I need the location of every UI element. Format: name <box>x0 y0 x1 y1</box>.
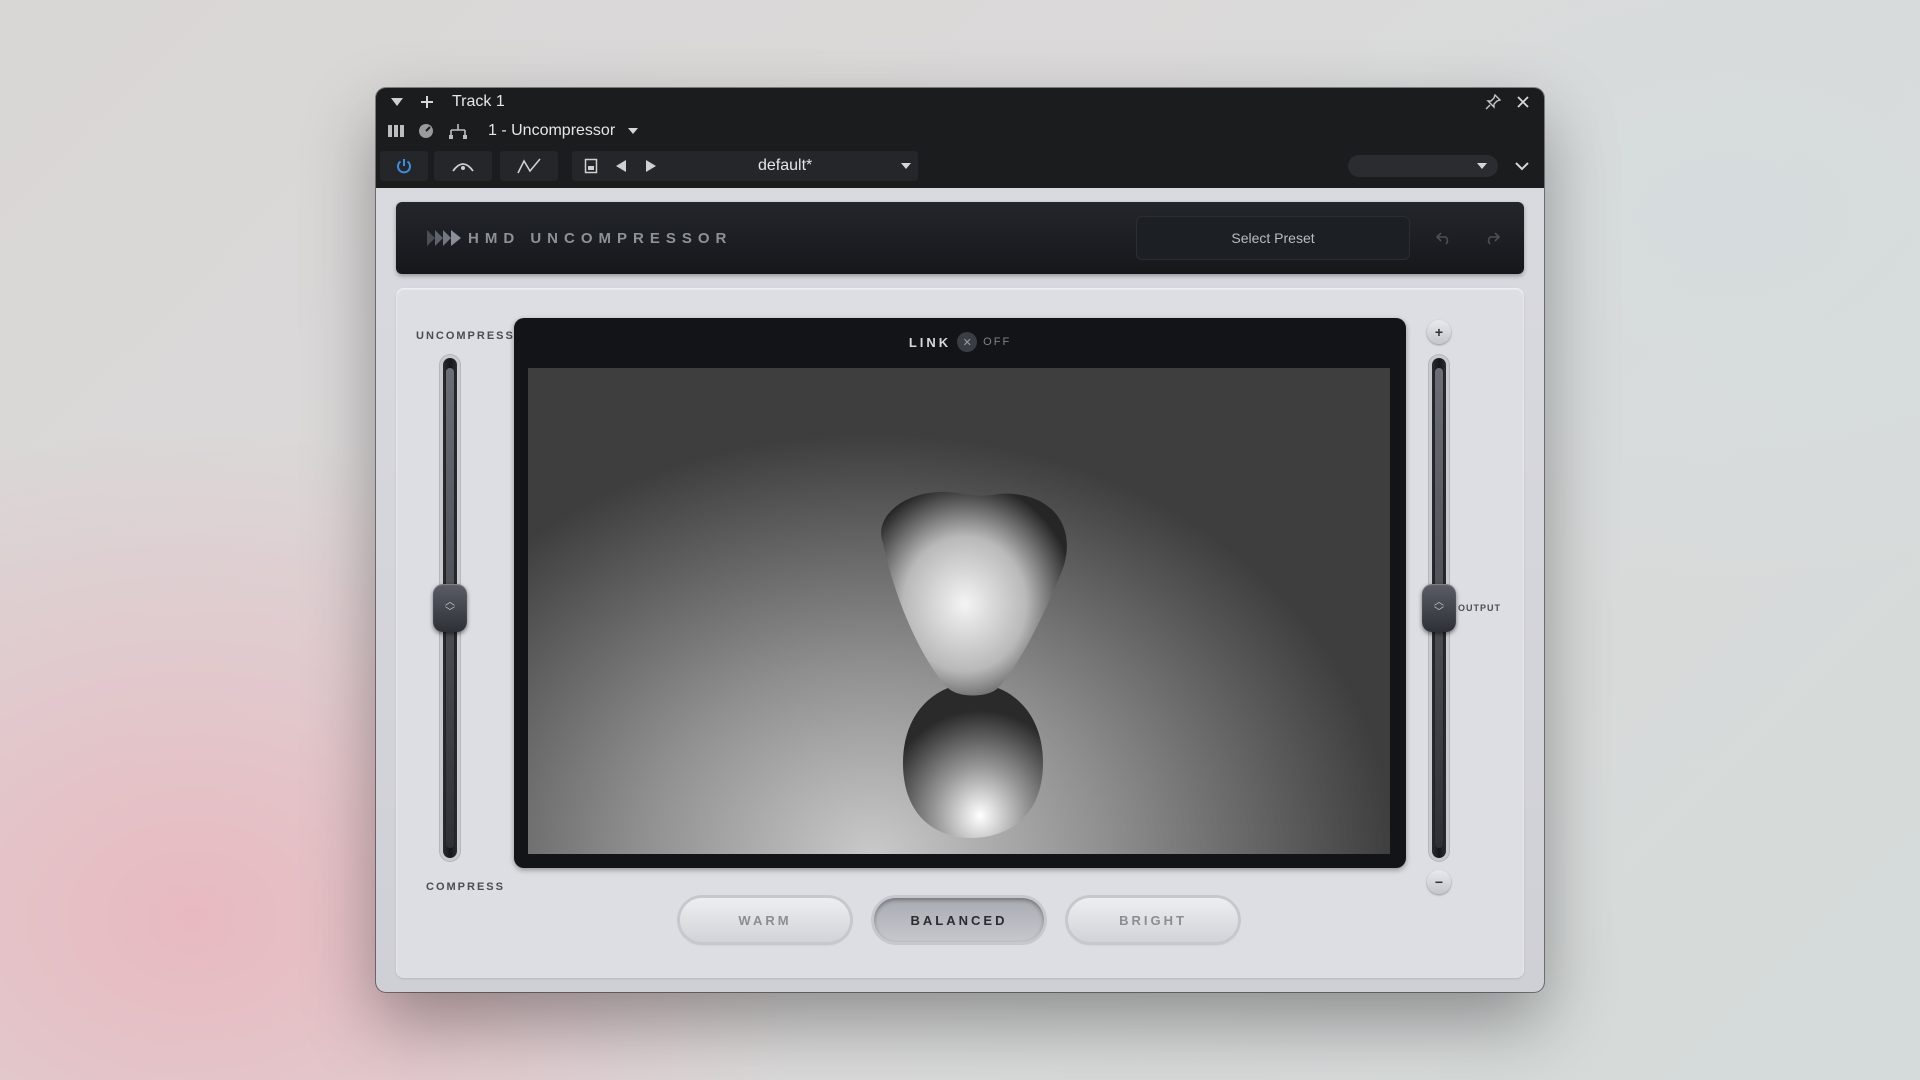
dropdown-arrow-icon <box>627 127 639 135</box>
pin-icon[interactable] <box>1478 94 1508 110</box>
select-preset-button[interactable]: Select Preset <box>1136 216 1410 260</box>
insert-name: 1 - Uncompressor <box>488 122 616 139</box>
tone-button-balanced[interactable]: BALANCED <box>874 898 1044 942</box>
main-panel: UNCOMPRESS ︿ ﹀ COMPRESS LINK ✕ OFF + ︿ ﹀… <box>396 288 1524 978</box>
tone-button-bright[interactable]: BRIGHT <box>1068 898 1238 942</box>
chevron-down-icon: ﹀ <box>445 607 455 618</box>
plugin-header: HMD UNCOMPRESSOR Select Preset <box>396 202 1524 274</box>
plugin-body: HMD UNCOMPRESSOR Select Preset UNCOMPRES… <box>376 188 1544 992</box>
preset-nav-group: default* <box>572 151 918 181</box>
close-icon: ✕ <box>957 332 978 352</box>
brand-title: HMD UNCOMPRESSOR <box>468 230 733 247</box>
prev-arrow-icon[interactable] <box>606 159 636 173</box>
uncompress-label: UNCOMPRESS <box>416 330 515 342</box>
waveform-visualizer <box>528 368 1390 854</box>
dropdown-arrow-icon <box>900 162 912 170</box>
menu-triangle-icon[interactable] <box>382 97 412 107</box>
tone-button-warm[interactable]: WARM <box>680 898 850 942</box>
dropdown-arrow-icon <box>1476 162 1488 170</box>
insert-selector[interactable]: 1 - Uncompressor <box>488 118 647 144</box>
next-arrow-icon[interactable] <box>636 159 666 173</box>
host-toolbar: default* <box>376 146 1544 186</box>
routing-icon[interactable] <box>442 122 474 140</box>
minus-icon[interactable]: − <box>1427 870 1451 894</box>
output-slider-handle[interactable]: ︿ ﹀ <box>1422 584 1456 632</box>
blob-shape <box>881 491 1067 838</box>
plugin-window: Track 1 1 - Uncompressor default* HMD UN… <box>376 88 1544 992</box>
mixer-icon[interactable] <box>382 123 410 139</box>
link-toggle[interactable]: LINK ✕ OFF <box>514 332 1406 352</box>
automation-icon[interactable] <box>434 151 492 181</box>
expand-chevron-icon[interactable] <box>1506 161 1538 171</box>
plus-icon[interactable]: + <box>1427 320 1451 344</box>
save-icon[interactable] <box>576 158 606 174</box>
link-state: OFF <box>983 336 1012 348</box>
close-icon[interactable] <box>1508 95 1538 109</box>
track-name: Track 1 <box>452 93 505 110</box>
preset-dropdown[interactable]: default* <box>666 151 918 181</box>
meter-icon[interactable] <box>410 123 442 139</box>
link-label: LINK <box>908 334 952 350</box>
redo-icon[interactable] <box>1482 228 1502 248</box>
chevron-down-icon: ﹀ <box>1434 607 1444 618</box>
add-icon[interactable] <box>412 95 442 109</box>
undo-icon[interactable] <box>1434 228 1454 248</box>
secondary-dropdown[interactable] <box>1348 155 1498 177</box>
uncompress-slider-handle[interactable]: ︿ ﹀ <box>433 584 467 632</box>
logo-icon <box>426 228 464 248</box>
preset-name: default* <box>758 157 813 174</box>
compress-label: COMPRESS <box>426 881 505 893</box>
insert-bar: 1 - Uncompressor <box>376 116 1544 146</box>
envelope-icon[interactable] <box>500 151 558 181</box>
output-label: OUTPUT <box>1458 603 1501 613</box>
title-bar: Track 1 <box>376 88 1544 116</box>
power-icon[interactable] <box>380 151 428 181</box>
visualizer-display: LINK ✕ OFF <box>514 318 1406 868</box>
